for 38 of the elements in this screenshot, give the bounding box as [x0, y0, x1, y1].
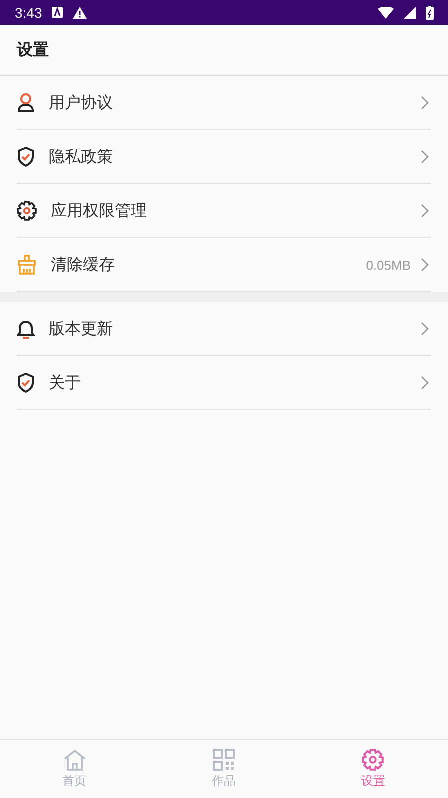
status-time: 3:43	[15, 4, 42, 20]
row-label: 应用权限管理	[51, 200, 148, 222]
tab-label: 首页	[62, 772, 87, 790]
tab-label: 设置	[361, 772, 386, 790]
page-title: 设置	[17, 40, 49, 60]
settings-row[interactable]: 版本更新	[0, 302, 448, 356]
chevron-icon	[421, 204, 429, 218]
row-label: 版本更新	[49, 318, 114, 340]
chevron-icon	[421, 150, 429, 164]
broom-icon	[17, 255, 37, 275]
shield-icon	[17, 147, 35, 167]
settings-row[interactable]: 清除缓存 0.05MB	[0, 238, 448, 292]
notification-icon	[52, 7, 64, 18]
home-icon	[62, 748, 87, 770]
person-icon	[17, 93, 35, 113]
chevron-icon	[421, 96, 429, 110]
row-label: 隐私政策	[49, 146, 114, 168]
wifi-icon	[378, 6, 394, 18]
tab-label: 作品	[212, 772, 236, 790]
chevron-icon	[421, 322, 429, 336]
bell-icon	[17, 319, 35, 339]
qr-code-icon	[212, 748, 235, 770]
shield-icon	[17, 373, 35, 393]
chevron-icon	[421, 376, 429, 390]
gear-icon	[362, 748, 384, 770]
settings-row[interactable]: 应用权限管理	[0, 184, 448, 238]
warning-icon	[73, 6, 88, 18]
row-label: 关于	[49, 372, 82, 394]
settings-row[interactable]: 关于	[0, 356, 448, 410]
chevron-icon	[421, 258, 429, 272]
gear-icon	[17, 201, 37, 221]
settings-row[interactable]: 隐私政策	[0, 130, 448, 184]
row-label: 清除缓存	[51, 254, 116, 276]
battery-icon	[426, 6, 434, 20]
signal-icon	[404, 6, 416, 18]
settings-row[interactable]: 用户协议	[0, 76, 448, 130]
row-value: 0.05MB	[366, 258, 411, 272]
row-label: 用户协议	[49, 92, 114, 114]
